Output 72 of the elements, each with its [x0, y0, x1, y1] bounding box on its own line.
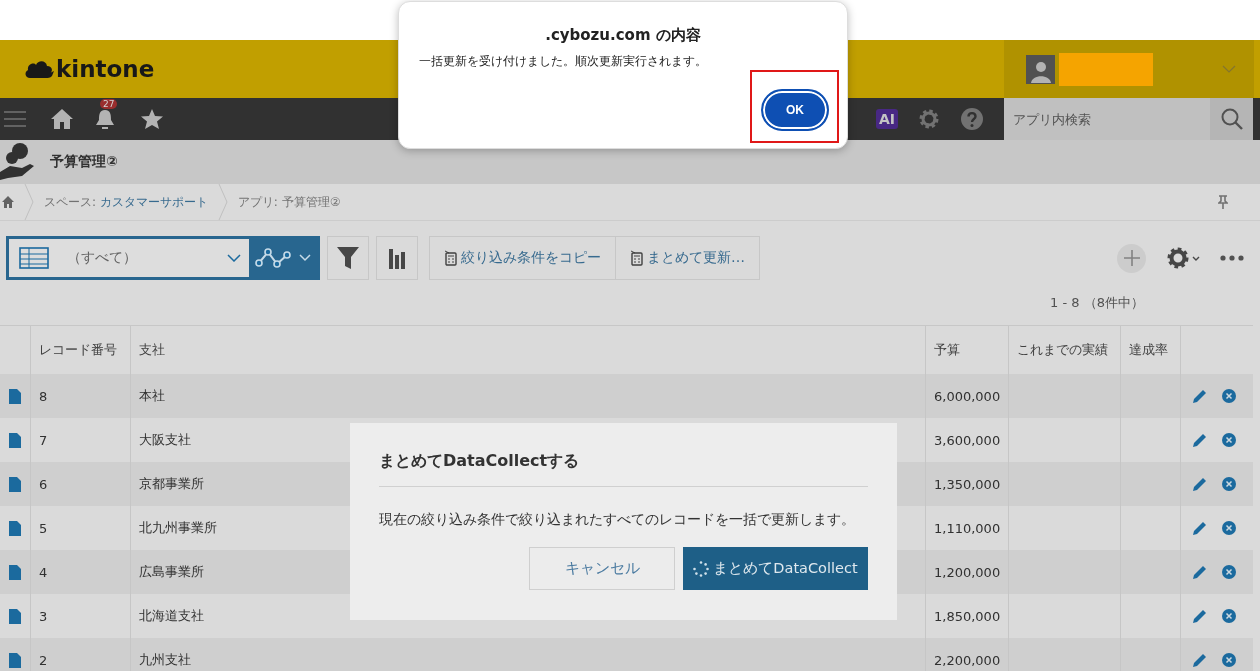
record-count: 1 - 8 （8件中）: [1050, 294, 1144, 312]
search-field[interactable]: アプリ内検索: [1004, 98, 1210, 140]
delete-icon[interactable]: [1222, 477, 1236, 491]
search-button[interactable]: [1210, 98, 1253, 140]
table-cell: 九州支社: [130, 638, 925, 671]
breadcrumb-text: スペース:: [44, 193, 98, 211]
view-name: （すべて）: [67, 249, 138, 267]
document-icon[interactable]: [9, 388, 21, 404]
home-icon[interactable]: [2, 196, 14, 208]
delete-icon[interactable]: [1222, 389, 1236, 403]
add-record-button[interactable]: [1117, 243, 1146, 273]
ai-button[interactable]: AI: [875, 109, 898, 129]
pencil-icon[interactable]: [1193, 389, 1207, 403]
document-icon[interactable]: [9, 652, 21, 668]
table-cell: 2,200,000: [925, 638, 1008, 671]
delete-icon[interactable]: [1222, 565, 1236, 579]
filter-button[interactable]: [327, 236, 369, 280]
star-icon[interactable]: [140, 108, 164, 130]
hand-coin-icon: [0, 142, 36, 182]
table-cell: 2: [30, 638, 130, 671]
document-icon[interactable]: [9, 564, 21, 580]
delete-icon[interactable]: [1222, 521, 1236, 535]
calculator-icon: [630, 250, 644, 266]
pencil-icon[interactable]: [1193, 433, 1207, 447]
home-icon[interactable]: [50, 108, 74, 130]
toolbar-button[interactable]: まとめて更新…: [615, 237, 759, 279]
settings-icon[interactable]: [918, 108, 940, 130]
breadcrumb-text: アプリ: 予算管理②: [237, 193, 341, 211]
pencil-icon[interactable]: [1193, 477, 1207, 491]
document-icon[interactable]: [9, 432, 21, 448]
search-icon: [1219, 107, 1244, 131]
logo-text: kintone: [56, 56, 155, 82]
line-graph-icon: [255, 247, 291, 269]
pin-icon[interactable]: [1218, 195, 1228, 209]
alert-message: 一括更新を受け付けました。順次更新実行されます。: [419, 54, 708, 69]
alert-title: .cybozu.com の内容: [544, 26, 702, 45]
menu-icon[interactable]: [4, 110, 26, 128]
confirm-button[interactable]: まとめてDataCollect: [683, 547, 868, 590]
user-avatar-icon[interactable]: [1026, 54, 1055, 84]
help-icon[interactable]: [961, 108, 983, 130]
cancel-button[interactable]: キャンセル: [529, 547, 675, 590]
pencil-icon[interactable]: [1193, 521, 1207, 535]
spinner-icon: [693, 560, 710, 577]
document-icon[interactable]: [9, 476, 21, 492]
settings-icon[interactable]: [1166, 246, 1200, 270]
caret-icon: [227, 254, 241, 262]
notification-badge: 27: [100, 99, 118, 109]
calculator-icon: [444, 250, 458, 266]
dialog-message: 現在の絞り込み条件で絞り込まれたすべてのレコードを一括で更新します。: [379, 511, 856, 529]
breadcrumb-link[interactable]: カスタマーサポート: [99, 193, 208, 211]
delete-icon[interactable]: [1222, 433, 1236, 447]
delete-icon[interactable]: [1222, 609, 1236, 623]
pencil-icon[interactable]: [1193, 653, 1207, 667]
delete-icon[interactable]: [1222, 653, 1236, 667]
view-dropdown[interactable]: （すべて）: [9, 239, 249, 277]
pencil-icon[interactable]: [1193, 565, 1207, 579]
app-title: 予算管理②: [50, 153, 118, 171]
ok-button[interactable]: OK: [761, 89, 829, 131]
caret-icon: [299, 254, 311, 262]
bar-chart-icon: [387, 247, 407, 269]
document-icon[interactable]: [9, 520, 21, 536]
more-options-icon[interactable]: [1220, 255, 1244, 261]
bell-icon[interactable]: [94, 107, 116, 131]
pencil-icon[interactable]: [1193, 609, 1207, 623]
plus-icon: [1122, 249, 1141, 267]
document-icon[interactable]: [9, 608, 21, 624]
toolbar-button[interactable]: 絞り込み条件をコピー: [430, 237, 615, 279]
dialog-title: まとめてDataCollectする: [379, 451, 868, 487]
chart-button[interactable]: [376, 236, 418, 280]
table-icon: [19, 247, 49, 269]
cloud-logo-icon: [24, 58, 54, 80]
filter-icon: [336, 245, 360, 271]
